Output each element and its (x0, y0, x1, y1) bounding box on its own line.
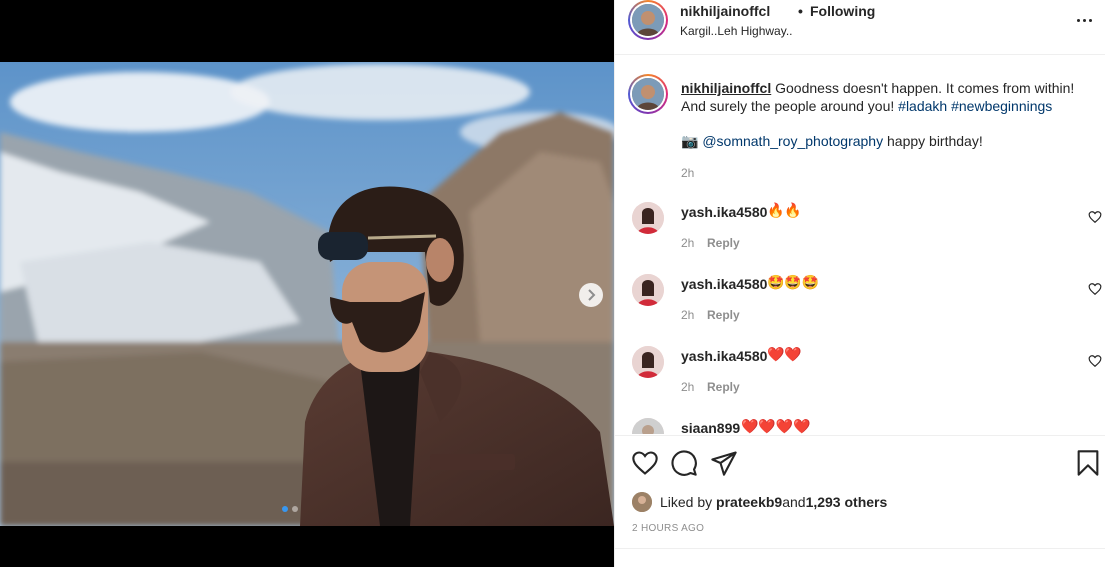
reply-button[interactable]: Reply (707, 236, 740, 250)
comment-avatar[interactable] (632, 274, 664, 306)
comment-text: 🤩🤩🤩 (767, 274, 820, 290)
location-link[interactable]: Kargil..Leh Highway.. (680, 24, 793, 38)
comment-timestamp[interactable]: 2h (681, 380, 694, 394)
header-separator: • (798, 3, 803, 19)
post-header: nikhiljainoffcl • Following Kargil..Leh … (615, 0, 1105, 55)
post-actions (615, 435, 1105, 490)
send-icon[interactable] (710, 449, 738, 477)
comment-avatar[interactable] (632, 346, 664, 378)
camera-emoji: 📷 (681, 133, 699, 149)
following-button[interactable]: Following (810, 3, 875, 19)
caption-timestamp[interactable]: 2h (681, 166, 694, 180)
likes-prefix: Liked by (660, 494, 713, 510)
comment-timestamp[interactable]: 2h (681, 236, 694, 250)
hashtag-link[interactable]: #newbeginnings (951, 98, 1052, 114)
post-timestamp[interactable]: 2 HOURS AGO (632, 523, 704, 534)
likes-count-link[interactable]: 1,293 others (806, 494, 888, 510)
more-options-icon[interactable] (1077, 12, 1097, 28)
caption-credit-text: happy birthday! (883, 133, 983, 149)
slide-dot-active (282, 506, 288, 512)
comment-avatar[interactable] (632, 202, 664, 234)
comment-like-icon[interactable] (1088, 210, 1102, 224)
mention-link[interactable]: @somnath_roy_photography (702, 133, 883, 149)
divider (615, 548, 1105, 549)
header-avatar[interactable] (628, 0, 668, 40)
chevron-right-icon (588, 289, 596, 301)
comment-username-link[interactable]: siaan899 (681, 420, 740, 434)
likes-summary: Liked by prateekb9 and 1,293 others (632, 491, 887, 513)
header-username-link[interactable]: nikhiljainoffcl (680, 3, 770, 19)
caption-username-link[interactable]: nikhiljainoffcl (681, 80, 771, 96)
liker-username-link[interactable]: prateekb9 (716, 494, 782, 510)
comment-item: yash.ika4580 🔥🔥 2h Reply (615, 202, 1105, 262)
comment-text: ❤️❤️ (767, 346, 802, 362)
likes-middle: and (782, 494, 806, 510)
liker-avatar[interactable] (632, 492, 652, 512)
reply-button[interactable]: Reply (707, 380, 740, 394)
comment-text: ❤️❤️❤️❤️ (741, 418, 811, 434)
comment-icon[interactable] (670, 449, 698, 477)
comment-like-icon[interactable] (1088, 354, 1102, 368)
caption-text: nikhiljainoffcl Goodness doesn't happen.… (681, 79, 1101, 115)
bookmark-icon[interactable] (1074, 449, 1102, 477)
post-panel: nikhiljainoffcl • Following Kargil..Leh … (614, 0, 1105, 567)
comment-username-link[interactable]: yash.ika4580 (681, 204, 767, 220)
comment-avatar[interactable] (632, 418, 664, 434)
comment-username-link[interactable]: yash.ika4580 (681, 276, 767, 292)
slide-indicator (282, 506, 298, 512)
hashtag-link[interactable]: #ladakh (898, 98, 947, 114)
next-slide-button[interactable] (579, 283, 603, 307)
comments-section: nikhiljainoffcl Goodness doesn't happen.… (615, 56, 1105, 434)
comment-item: yash.ika4580 🤩🤩🤩 2h Reply (615, 274, 1105, 334)
caption-avatar[interactable] (628, 74, 668, 114)
comment-like-icon[interactable] (1088, 282, 1102, 296)
comment-username-link[interactable]: yash.ika4580 (681, 348, 767, 364)
caption-credit: 📷 @somnath_roy_photography happy birthda… (681, 133, 983, 150)
comment-timestamp[interactable]: 2h (681, 308, 694, 322)
comment-text: 🔥🔥 (767, 202, 802, 218)
comment-item: yash.ika4580 ❤️❤️ 2h Reply (615, 346, 1105, 406)
heart-outline-icon[interactable] (631, 449, 659, 477)
slide-dot (292, 506, 298, 512)
post-photo[interactable] (0, 62, 614, 526)
post-media-area (0, 0, 614, 567)
comment-item: siaan899 ❤️❤️❤️❤️ (615, 418, 1105, 434)
reply-button[interactable]: Reply (707, 308, 740, 322)
